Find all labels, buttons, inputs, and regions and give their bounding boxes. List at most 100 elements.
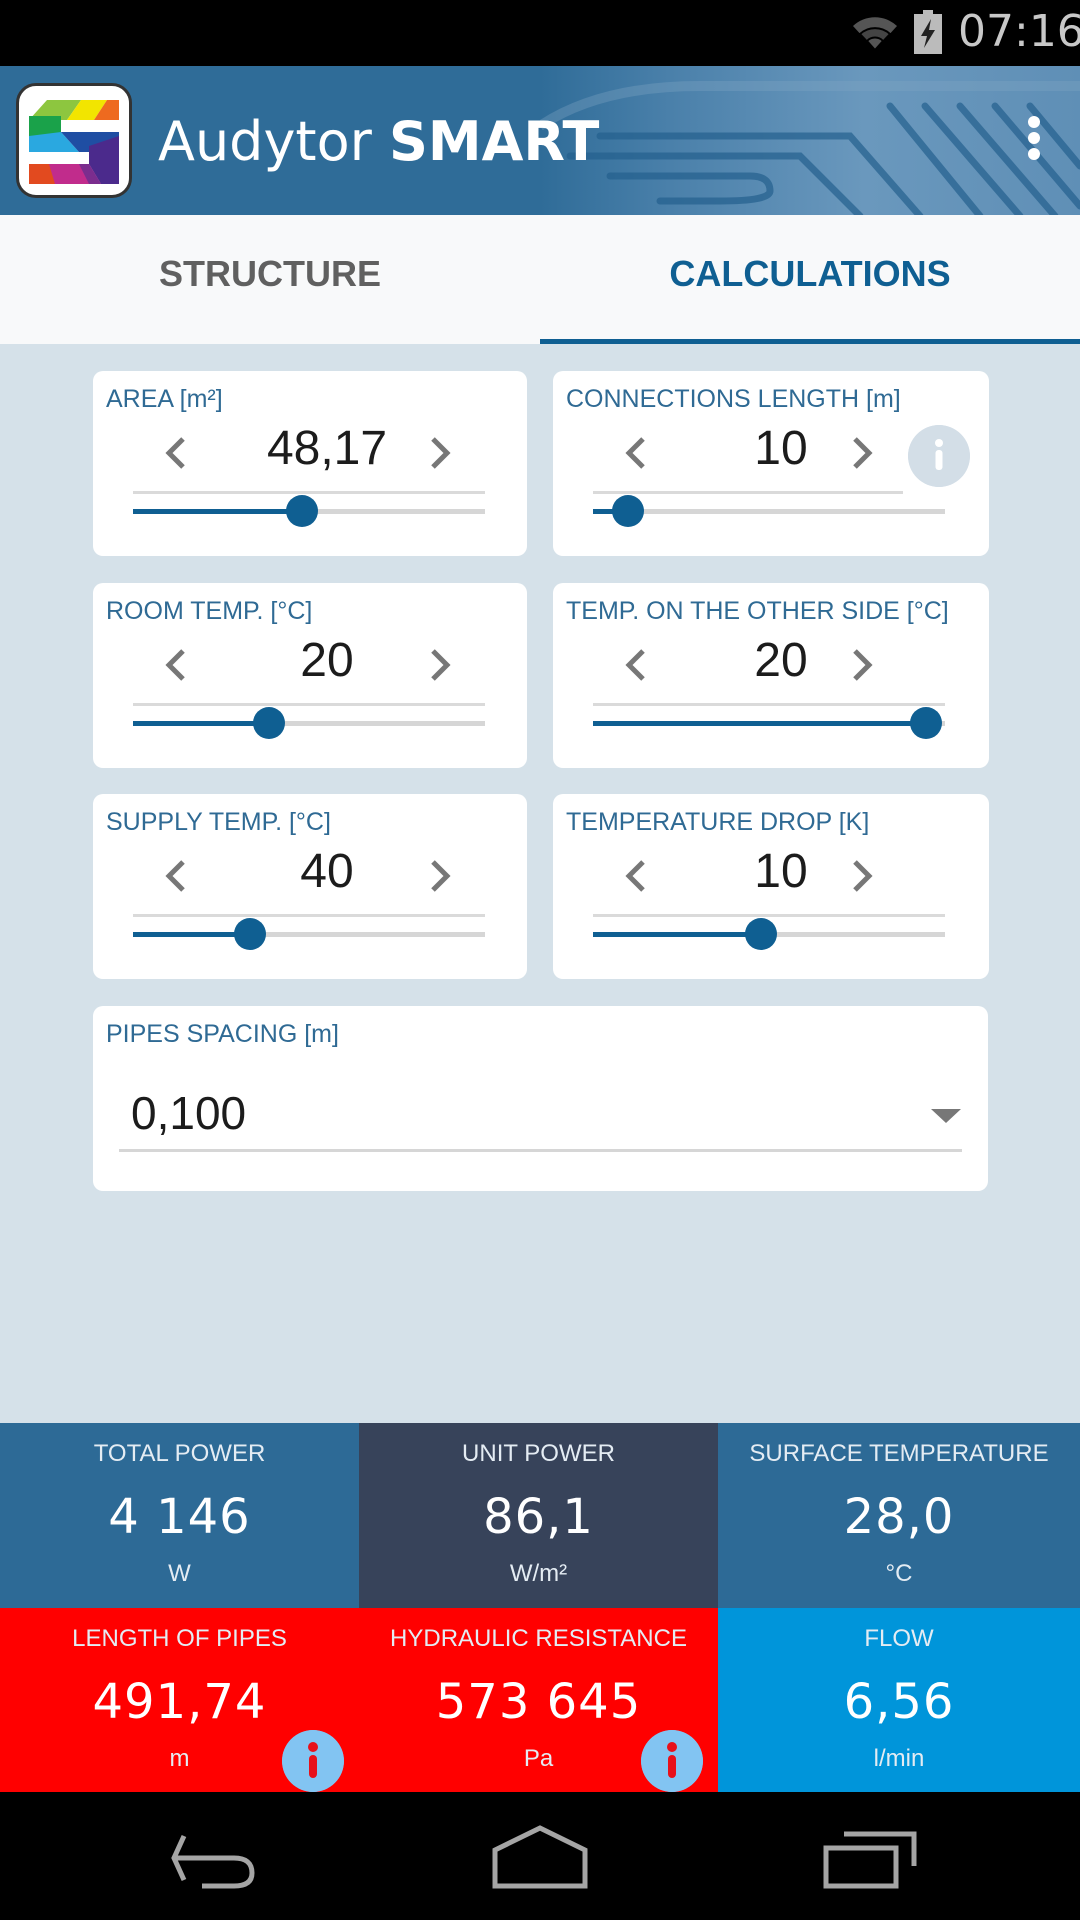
chevron-left-icon[interactable] <box>161 433 191 473</box>
chevron-right-icon[interactable] <box>847 856 877 896</box>
slider-top-line <box>133 703 485 706</box>
result-label: FLOW <box>864 1625 934 1652</box>
input-label: SUPPLY TEMP. [°C] <box>106 808 331 836</box>
dropdown-arrow-icon[interactable] <box>931 1109 961 1123</box>
input-value[interactable]: 20 <box>711 633 851 688</box>
slider-fill <box>133 932 251 937</box>
slider-thumb[interactable] <box>909 707 942 739</box>
input-slider[interactable] <box>133 701 485 741</box>
input-slider[interactable] <box>133 912 485 952</box>
input-label: TEMPERATURE DROP [K] <box>566 808 870 836</box>
input-card-supply-temp: SUPPLY TEMP. [°C] 40 <box>93 794 527 979</box>
result-unit-power: UNIT POWER 86,1 W/m² <box>359 1423 718 1608</box>
result-value: 6,56 <box>843 1674 955 1730</box>
slider-fill <box>593 932 761 937</box>
result-value: 491,74 <box>92 1674 267 1730</box>
slider-thumb[interactable] <box>612 495 645 527</box>
result-value: 28,0 <box>843 1489 955 1545</box>
active-tab-indicator <box>540 339 1080 344</box>
input-slider[interactable] <box>593 701 945 741</box>
navigation-bar <box>0 1792 1080 1920</box>
home-icon[interactable] <box>490 1822 590 1892</box>
slider-fill <box>593 721 926 726</box>
input-label: TEMP. ON THE OTHER SIDE [°C] <box>566 597 949 625</box>
result-value: 86,1 <box>483 1489 594 1545</box>
result-value: 573 645 <box>435 1674 642 1730</box>
overflow-menu-icon[interactable] <box>1020 116 1048 166</box>
info-icon[interactable] <box>908 425 970 487</box>
result-unit: W <box>168 1560 191 1587</box>
chevron-left-icon[interactable] <box>621 433 651 473</box>
result-hydraulic-resistance: HYDRAULIC RESISTANCE 573 645 Pa <box>359 1608 718 1793</box>
result-unit: W/m² <box>509 1560 568 1587</box>
result-label: TOTAL POWER <box>93 1440 266 1467</box>
chevron-left-icon[interactable] <box>161 856 191 896</box>
tab-calculations[interactable]: CALCULATIONS <box>540 215 1080 344</box>
status-bar: 07:16 <box>0 0 1080 66</box>
chevron-right-icon[interactable] <box>847 433 877 473</box>
result-length-of-pipes: LENGTH OF PIPES 491,74 m <box>0 1608 359 1793</box>
wifi-icon <box>853 17 897 52</box>
result-surface-temperature: SURFACE TEMPERATURE 28,0 °C <box>718 1423 1080 1608</box>
app-title-bold: SMART <box>388 110 600 173</box>
slider-thumb[interactable] <box>744 918 777 950</box>
slider-top-line <box>593 914 945 917</box>
result-label: LENGTH OF PIPES <box>72 1625 287 1652</box>
app-logo <box>16 83 132 198</box>
slider-top-line <box>133 491 485 494</box>
slider-thumb[interactable] <box>252 707 285 739</box>
smart-s-logo-icon <box>29 100 119 184</box>
chevron-right-icon[interactable] <box>847 645 877 685</box>
info-icon[interactable] <box>282 1730 344 1792</box>
slider-thumb[interactable] <box>285 495 318 527</box>
dropdown-underline <box>119 1149 962 1152</box>
input-card-temperature-drop: TEMPERATURE DROP [K] 10 <box>553 794 989 979</box>
result-total-power: TOTAL POWER 4 146 W <box>0 1423 359 1608</box>
results-panel: TOTAL POWER 4 146 W UNIT POWER 86,1 W/m²… <box>0 1423 1080 1793</box>
chevron-left-icon[interactable] <box>621 856 651 896</box>
input-value[interactable]: 10 <box>711 421 851 476</box>
chevron-left-icon[interactable] <box>621 645 651 685</box>
result-unit: l/min <box>873 1745 925 1772</box>
result-label: HYDRAULIC RESISTANCE <box>390 1625 687 1652</box>
chevron-right-icon[interactable] <box>425 856 455 896</box>
slider-track <box>593 509 945 514</box>
info-icon[interactable] <box>641 1730 703 1792</box>
input-slider[interactable] <box>593 912 945 952</box>
chevron-right-icon[interactable] <box>425 645 455 685</box>
chevron-right-icon[interactable] <box>425 433 455 473</box>
slider-top-line <box>593 491 903 494</box>
slider-top-line <box>133 914 485 917</box>
input-slider[interactable] <box>133 489 485 529</box>
input-value[interactable]: 48,17 <box>257 421 397 476</box>
result-flow: FLOW 6,56 l/min <box>718 1608 1080 1793</box>
tab-structure[interactable]: STRUCTURE <box>0 215 540 344</box>
input-card-room-temp: ROOM TEMP. [°C] 20 <box>93 583 527 768</box>
slider-top-line <box>593 703 945 706</box>
tab-bar: STRUCTURE CALCULATIONS <box>0 215 1080 344</box>
clock: 07:16 <box>958 6 1080 57</box>
back-icon[interactable] <box>162 1822 262 1892</box>
app-title-regular: Audytor <box>158 110 389 173</box>
app-title: Audytor SMART <box>158 110 599 173</box>
result-label: SURFACE TEMPERATURE <box>749 1440 1049 1467</box>
pipes-spacing-card: PIPES SPACING [m] 0,100 <box>93 1006 988 1191</box>
input-value[interactable]: 10 <box>711 844 851 899</box>
input-label: CONNECTIONS LENGTH [m] <box>566 385 901 413</box>
input-card-connections-length: CONNECTIONS LENGTH [m] 10 <box>553 371 989 556</box>
slider-fill <box>133 721 269 726</box>
input-value[interactable]: 20 <box>257 633 397 688</box>
input-slider[interactable] <box>593 489 945 529</box>
pipes-spacing-label: PIPES SPACING [m] <box>106 1020 339 1048</box>
slider-fill <box>133 509 302 514</box>
input-label: AREA [m²] <box>106 385 223 413</box>
result-unit: °C <box>885 1560 913 1587</box>
input-card-temp-on-the-other-side: TEMP. ON THE OTHER SIDE [°C] 20 <box>553 583 989 768</box>
recents-icon[interactable] <box>820 1822 920 1892</box>
battery-charging-icon <box>914 10 942 54</box>
slider-thumb[interactable] <box>234 918 267 950</box>
chevron-left-icon[interactable] <box>161 645 191 685</box>
input-value[interactable]: 40 <box>257 844 397 899</box>
app-bar: Audytor SMART <box>0 66 1080 215</box>
pipes-spacing-dropdown[interactable]: 0,100 <box>131 1086 246 1140</box>
